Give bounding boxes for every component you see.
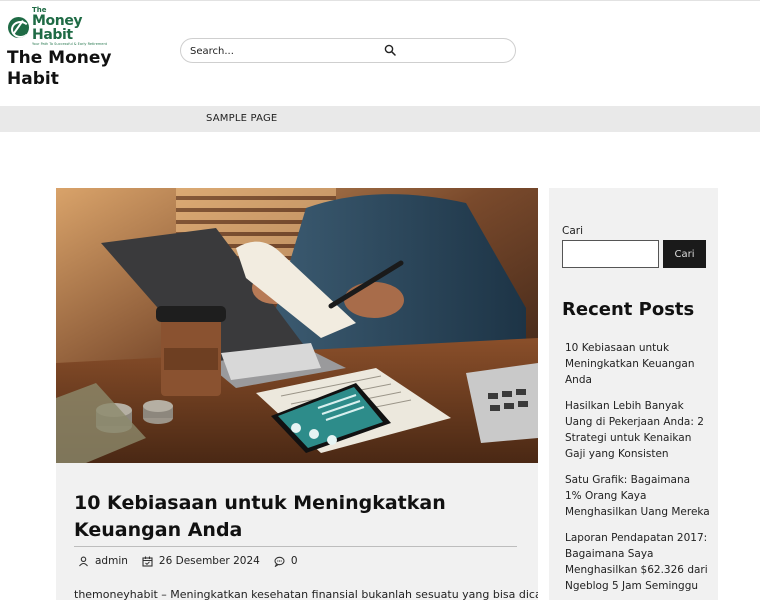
recent-post-link[interactable]: Hasilkan Lebih Banyak Uang di Pekerjaan … — [565, 398, 710, 462]
post-excerpt: themoneyhabit – Meningkatkan kesehatan f… — [74, 588, 538, 600]
post-title[interactable]: 10 Kebiasaan untuk Meningkatkan Keuangan… — [74, 490, 524, 544]
sidebar-search-label: Cari — [562, 225, 583, 237]
search-icon — [384, 44, 396, 56]
site-title[interactable]: The Money Habit — [7, 48, 127, 90]
nav-item-sample-page[interactable]: SAMPLE PAGE — [206, 113, 277, 124]
recent-posts-list: 10 Kebiasaan untuk Meningkatkan Keuangan… — [565, 340, 710, 600]
main-nav: SAMPLE PAGE — [0, 106, 760, 132]
site-logo[interactable]: The Money Habit Your Path To Successful … — [8, 7, 108, 46]
search-button[interactable] — [381, 42, 399, 60]
recent-post-link[interactable]: Satu Grafik: Bagaimana 1% Orang Kaya Men… — [565, 472, 710, 520]
post-date[interactable]: 26 Desember 2024 — [159, 555, 260, 567]
calendar-icon — [142, 556, 153, 567]
recent-post-link[interactable]: 10 Kebiasaan untuk Meningkatkan Keuangan… — [565, 340, 710, 388]
recent-posts-heading: Recent Posts — [562, 299, 695, 320]
post-divider — [74, 546, 517, 547]
logo-big-text: Money Habit — [32, 13, 83, 44]
sidebar: Cari Cari Recent Posts 10 Kebiasaan untu… — [549, 188, 718, 600]
post-author[interactable]: admin — [95, 555, 128, 567]
logo-wordmark: The Money Habit Your Path To Successful … — [32, 7, 108, 47]
sidebar-search-button[interactable]: Cari — [663, 240, 706, 268]
recent-post-link[interactable]: Laporan Pendapatan 2017: Bagaimana Saya … — [565, 530, 710, 594]
sidebar-search-input[interactable] — [562, 240, 659, 268]
user-icon — [79, 556, 88, 566]
top-border — [0, 0, 760, 1]
comment-icon — [274, 556, 285, 567]
logo-tagline: Your Path To Successful & Early Retireme… — [32, 42, 108, 47]
search-input[interactable] — [190, 42, 380, 60]
leaf-globe-logo-icon — [8, 16, 29, 38]
post-card: 10 Kebiasaan untuk Meningkatkan Keuangan… — [56, 188, 538, 600]
post-meta: admin 26 Desember 2024 0 — [78, 554, 298, 568]
featured-image-illustration — [56, 188, 538, 463]
header-search — [180, 38, 516, 63]
post-comment-count[interactable]: 0 — [291, 555, 298, 567]
post-featured-image[interactable] — [56, 188, 538, 463]
